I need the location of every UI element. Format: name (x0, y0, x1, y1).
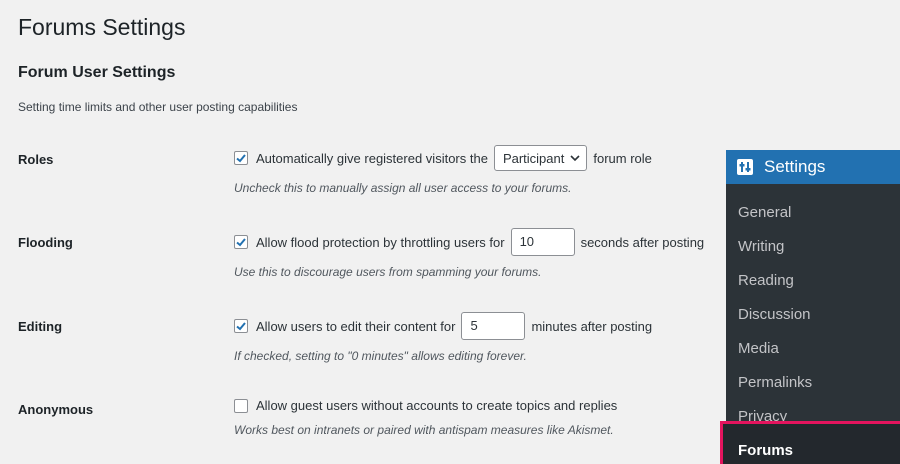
roles-field: Automatically give registered visitors t… (234, 145, 652, 171)
section-title: Forum User Settings (18, 64, 176, 81)
anonymous-label: Anonymous (18, 402, 94, 417)
flooding-checkbox[interactable] (234, 235, 248, 249)
editing-text-after: minutes after posting (531, 318, 653, 334)
checkmark-icon (236, 154, 246, 163)
roles-label: Roles (18, 152, 54, 167)
roles-checkbox[interactable] (234, 151, 248, 165)
menu-item-permalinks[interactable]: Permalinks (738, 374, 812, 391)
editing-field: Allow users to edit their content for 5 … (234, 312, 652, 340)
anonymous-text: Allow guest users without accounts to cr… (256, 398, 618, 413)
settings-sliders-icon (736, 158, 754, 176)
section-description: Setting time limits and other user posti… (18, 100, 298, 114)
flooding-description: Use this to discourage users from spammi… (234, 265, 542, 279)
chevron-down-icon (570, 154, 580, 162)
roles-text-after: forum role (593, 150, 652, 166)
flooding-text-before: Allow flood protection by throttling use… (256, 234, 505, 250)
checkmark-icon (236, 238, 246, 247)
menu-item-media[interactable]: Media (738, 340, 779, 357)
forums-highlight: Forums (720, 421, 900, 464)
menu-item-reading[interactable]: Reading (738, 272, 794, 289)
menu-item-writing[interactable]: Writing (738, 238, 784, 255)
editing-minutes-input[interactable]: 5 (461, 312, 526, 340)
roles-select[interactable]: Participant (493, 145, 588, 171)
editing-text-before: Allow users to edit their content for (256, 318, 456, 334)
settings-menu-title: Settings (764, 157, 826, 176)
anonymous-checkbox[interactable] (234, 398, 248, 413)
flooding-field: Allow flood protection by throttling use… (234, 228, 704, 256)
flooding-label: Flooding (18, 235, 73, 250)
checkmark-icon (236, 322, 246, 331)
settings-menu-header[interactable]: Settings (726, 150, 900, 184)
editing-checkbox[interactable] (234, 319, 248, 333)
anonymous-field: Allow guest users without accounts to cr… (234, 398, 617, 413)
anonymous-description: Works best on intranets or paired with a… (234, 423, 614, 437)
editing-description: If checked, setting to "0 minutes" allow… (234, 349, 527, 363)
flooding-text-after: seconds after posting (580, 234, 705, 250)
editing-label: Editing (18, 319, 63, 334)
roles-text-before: Automatically give registered visitors t… (256, 150, 488, 166)
menu-item-forums[interactable]: Forums (738, 442, 793, 459)
menu-item-discussion[interactable]: Discussion (738, 306, 811, 323)
menu-item-general[interactable]: General (738, 204, 791, 221)
settings-submenu: Settings General Writing Reading Discuss… (726, 150, 900, 464)
page-title: Forums Settings (18, 14, 186, 40)
roles-description: Uncheck this to manually assign all user… (234, 181, 572, 195)
roles-select-value: Participant (502, 150, 565, 166)
flooding-seconds-input[interactable]: 10 (510, 228, 575, 256)
